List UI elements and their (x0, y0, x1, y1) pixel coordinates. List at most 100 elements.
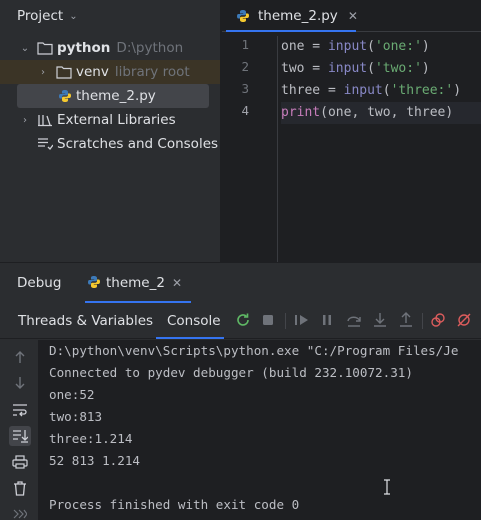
console-line: 52 813 1.214 (49, 453, 140, 468)
library-icon (37, 112, 53, 128)
code-token: 'one:' (374, 39, 422, 54)
python-file-icon (236, 9, 250, 27)
toolbar-separator (285, 313, 286, 329)
editor-tab-theme-2-py[interactable]: theme_2.py ✕ (230, 0, 364, 32)
scroll-to-end-icon[interactable] (9, 426, 31, 446)
folder-icon (37, 40, 53, 56)
pause-icon[interactable] (319, 312, 335, 328)
session-label: theme_2 (106, 275, 165, 291)
view-breakpoints-icon[interactable] (430, 312, 446, 328)
more-icon[interactable] (11, 505, 29, 520)
stop-icon[interactable] (260, 312, 276, 328)
python-file-icon (87, 275, 101, 293)
arrow-up-icon[interactable] (11, 348, 29, 366)
console-output[interactable]: D:\python\venv\Scripts\python.exe "C:/Pr… (38, 340, 481, 520)
tree-item-external-libraries[interactable]: › External Libraries (0, 108, 220, 132)
code-token: ( (382, 83, 391, 98)
project-tree: ⌄ python D:\python › venv library root the… (0, 36, 220, 156)
debug-header: Debug theme_2 ✕ (0, 263, 481, 303)
debug-tool-window: Debug theme_2 ✕ Threads & Variables Cons… (0, 262, 481, 520)
console-line: Connected to pydev debugger (build 232.1… (49, 365, 413, 380)
line-number: 1 (241, 37, 249, 52)
tree-hint: D:\python (116, 40, 184, 56)
tree-hint: library root (114, 64, 190, 80)
code-token: (one, two, three) (320, 105, 454, 120)
code-token: three (281, 83, 321, 98)
python-file-icon (57, 88, 73, 104)
tree-label: python (57, 40, 111, 56)
close-icon[interactable]: ✕ (348, 9, 358, 23)
code-line[interactable]: three = input('three:') (281, 80, 481, 102)
console-line: three:1.214 (49, 431, 133, 446)
rerun-icon[interactable] (235, 312, 251, 328)
tree-label: venv (76, 64, 109, 80)
tree-item-venv[interactable]: › venv library root (0, 60, 220, 84)
project-panel: Project ⌄ ⌄ python D:\python › venv librar… (0, 0, 221, 262)
code-token: = (304, 61, 328, 76)
tree-label: theme_2.py (76, 88, 156, 104)
code-token: print (281, 105, 321, 120)
code-editor[interactable]: theme_2.py ✕ 1 2 3 4 one = input('one:')… (222, 0, 481, 262)
code-token: input (343, 83, 383, 98)
debug-subtabs: Threads & Variables Console (0, 303, 481, 339)
chevron-down-icon[interactable]: ⌄ (69, 11, 77, 22)
print-icon[interactable] (11, 453, 29, 471)
code-token: = (320, 83, 344, 98)
active-tab-indicator (226, 30, 356, 32)
code-token: 'three:' (390, 83, 454, 98)
console-line: one:52 (49, 387, 95, 402)
editor-tab-bar: theme_2.py ✕ (222, 0, 481, 32)
line-number: 2 (241, 59, 249, 74)
step-over-icon[interactable] (346, 312, 362, 328)
step-out-icon[interactable] (398, 312, 414, 328)
code-token: one (281, 39, 305, 54)
project-title: Project (17, 8, 64, 24)
toolbar-separator (422, 313, 423, 329)
soft-wrap-icon[interactable] (11, 401, 29, 419)
arrow-down-icon[interactable] (11, 374, 29, 392)
code-token: = (304, 39, 328, 54)
console-line: Process finished with exit code 0 (49, 497, 300, 512)
trash-icon[interactable] (11, 479, 29, 497)
code-token: ( (367, 61, 375, 76)
active-tab-indicator (156, 337, 224, 339)
tab-threads-variables[interactable]: Threads & Variables (18, 313, 153, 329)
code-token: input (327, 39, 368, 54)
tree-label: External Libraries (57, 112, 176, 128)
chevron-right-icon[interactable]: › (38, 67, 48, 78)
resume-icon[interactable] (294, 312, 310, 328)
text-cursor-icon (382, 479, 392, 495)
tab-label: theme_2.py (258, 8, 338, 24)
console-line: two:813 (49, 409, 103, 424)
chevron-right-icon[interactable]: › (20, 115, 30, 126)
tree-item-scratches[interactable]: Scratches and Consoles (0, 132, 220, 156)
tree-label: Scratches and Consoles (57, 136, 219, 152)
code-token: input (327, 61, 368, 76)
debug-title: Debug (17, 275, 62, 291)
code-line[interactable]: two = input('two:') (281, 58, 481, 80)
code-token: ( (367, 39, 375, 54)
mute-breakpoints-icon[interactable] (456, 312, 472, 328)
line-number: 4 (241, 103, 249, 118)
chevron-down-icon[interactable]: ⌄ (20, 43, 30, 54)
debug-session-tab[interactable]: theme_2 ✕ (85, 263, 191, 303)
code-line-current[interactable]: print(one, two, three) (281, 102, 481, 124)
tab-console[interactable]: Console (167, 313, 221, 329)
console-line: D:\python\venv\Scripts\python.exe "C:/Pr… (49, 343, 459, 358)
console-side-toolbar (0, 340, 38, 520)
code-token: 'two:' (374, 61, 422, 76)
code-token: ) (421, 39, 430, 54)
code-token: two (281, 61, 305, 76)
tree-item-theme-2-py[interactable]: theme_2.py (17, 84, 209, 108)
code-line[interactable]: one = input('one:') (281, 36, 481, 58)
tree-item-python[interactable]: ⌄ python D:\python (0, 36, 220, 60)
line-number: 3 (241, 81, 249, 96)
code-token: ) (453, 83, 462, 98)
code-area[interactable]: one = input('one:') two = input('two:') … (281, 36, 481, 124)
step-into-icon[interactable] (372, 312, 388, 328)
scratches-icon (37, 136, 53, 152)
line-number-gutter: 1 2 3 4 (222, 36, 278, 262)
project-header[interactable]: Project ⌄ (0, 0, 220, 32)
folder-icon (56, 64, 72, 80)
close-icon[interactable]: ✕ (172, 276, 182, 290)
